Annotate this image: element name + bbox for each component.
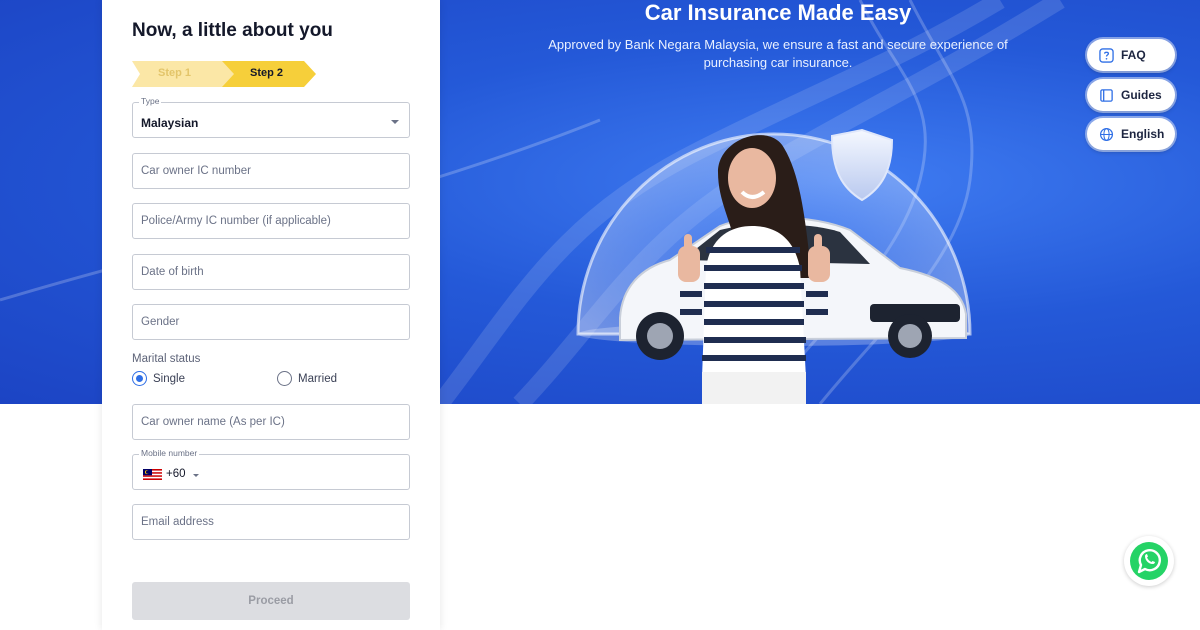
owner-name-placeholder: Car owner name (As per IC) [141, 416, 285, 428]
dial-code: +60 [166, 468, 186, 480]
guides-label: Guides [1121, 88, 1162, 102]
form-heading: Now, a little about you [132, 20, 333, 41]
proceed-button[interactable]: Proceed [132, 582, 410, 620]
type-select[interactable]: Type Malaysian [132, 96, 410, 138]
guides-button[interactable]: Guides [1087, 79, 1175, 111]
email-placeholder: Email address [141, 516, 214, 528]
ic-number-field[interactable]: Car owner IC number [132, 153, 410, 189]
mobile-legend: Mobile number [139, 448, 200, 458]
step-2-label: Step 2 [250, 67, 284, 79]
page: Car Insurance Made Easy Approved by Bank… [0, 0, 1200, 630]
country-chevron-icon[interactable] [193, 474, 199, 477]
gender-placeholder: Gender [141, 316, 180, 328]
language-label: English [1121, 127, 1165, 141]
mobile-number-field[interactable]: Mobile number +60 [132, 448, 410, 490]
police-ic-placeholder: Police/Army IC number (if applicable) [141, 215, 331, 227]
step-1-label: Step 1 [158, 67, 192, 79]
chevron-down-icon [391, 120, 399, 124]
hero-subtitle: Approved by Bank Negara Malaysia, we ens… [548, 37, 1008, 70]
radio-unselected-icon [277, 371, 292, 386]
marital-single-label: Single [153, 372, 185, 385]
hero-illustration [576, 128, 972, 404]
help-circle-icon [1099, 47, 1114, 63]
email-field[interactable]: Email address [132, 504, 410, 540]
marital-status-label: Marital status [132, 353, 201, 365]
faq-button[interactable]: FAQ [1087, 39, 1175, 71]
faq-label: FAQ [1121, 48, 1146, 62]
marital-married-label: Married [298, 372, 337, 385]
owner-name-field[interactable]: Car owner name (As per IC) [132, 404, 410, 440]
whatsapp-button[interactable] [1124, 536, 1174, 586]
details-form-card: Now, a little about you Step 1 Step 2 Ty… [102, 0, 440, 630]
gender-field[interactable]: Gender [132, 304, 410, 340]
date-of-birth-placeholder: Date of birth [141, 266, 204, 278]
language-button[interactable]: English [1087, 118, 1175, 150]
step-indicator: Step 1 Step 2 [132, 61, 322, 87]
book-icon [1100, 88, 1113, 102]
globe-icon [1099, 127, 1114, 141]
marital-married-radio[interactable]: Married [277, 371, 337, 386]
radio-selected-icon [132, 371, 147, 386]
type-legend: Type [139, 96, 162, 106]
police-ic-field[interactable]: Police/Army IC number (if applicable) [132, 203, 410, 239]
hero-title: Car Insurance Made Easy [644, 0, 912, 25]
type-value: Malaysian [141, 116, 199, 130]
malaysia-flag-icon [143, 469, 162, 480]
date-of-birth-field[interactable]: Date of birth [132, 254, 410, 290]
ic-number-placeholder: Car owner IC number [141, 165, 251, 177]
whatsapp-icon [1130, 542, 1168, 580]
marital-single-radio[interactable]: Single [132, 371, 185, 386]
